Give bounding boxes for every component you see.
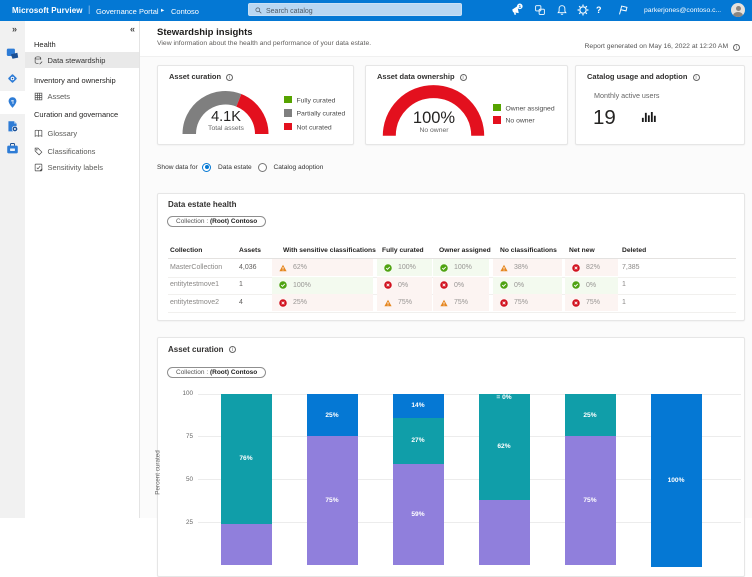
svg-text:¶: ¶	[11, 99, 14, 105]
svg-text:1: 1	[518, 4, 521, 10]
